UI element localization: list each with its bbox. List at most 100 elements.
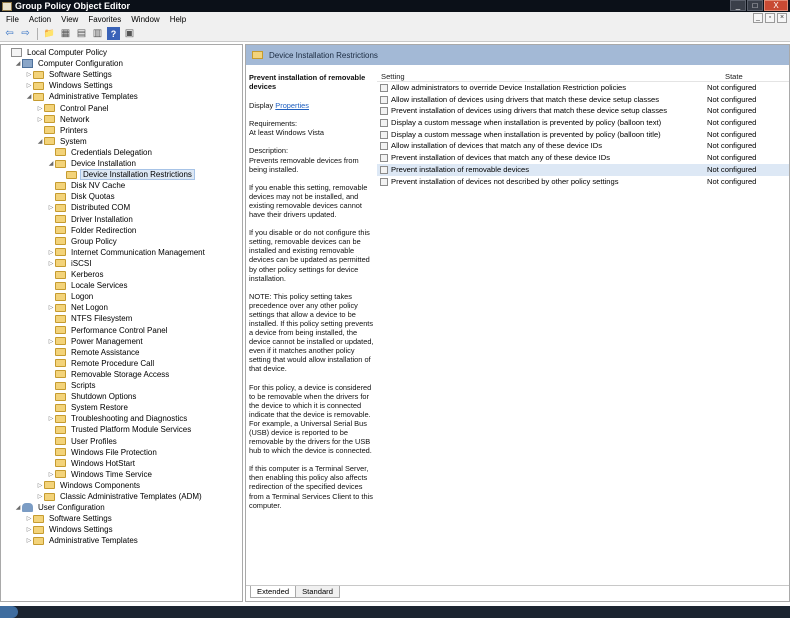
expand-arrow-icon[interactable]: ▷: [36, 493, 44, 500]
child-restore-button[interactable]: ▫: [765, 13, 775, 23]
policy-row[interactable]: Allow installation of devices using driv…: [377, 94, 789, 106]
tree-node[interactable]: ▷ Software Settings: [25, 513, 114, 524]
tree-node[interactable]: User Profiles: [47, 436, 119, 447]
tree-node[interactable]: Driver Installation: [47, 214, 135, 225]
child-minimize-button[interactable]: _: [753, 13, 763, 23]
expand-arrow-icon[interactable]: ◢: [47, 160, 55, 167]
expand-arrow-icon[interactable]: ▷: [47, 260, 55, 267]
tree-node[interactable]: Printers: [36, 125, 90, 136]
tree-node[interactable]: ▷ Windows Settings: [25, 80, 115, 91]
tree-node[interactable]: ▷ Windows Components: [36, 480, 142, 491]
tree-node[interactable]: Locale Services: [47, 280, 129, 291]
policy-row[interactable]: Display a custom message when installati…: [377, 129, 789, 141]
tree-node[interactable]: Windows File Protection: [47, 447, 159, 458]
start-button[interactable]: [0, 606, 18, 618]
menu-action[interactable]: Action: [24, 15, 56, 24]
tree-node[interactable]: Logon: [47, 291, 95, 302]
tree-node[interactable]: Scripts: [47, 380, 97, 391]
console-icon[interactable]: ▣: [123, 27, 136, 40]
column-header-setting[interactable]: Setting: [381, 72, 405, 81]
policy-row[interactable]: Prevent installation of devices not desc…: [377, 176, 789, 188]
tab-extended[interactable]: Extended: [250, 586, 297, 598]
tree-node[interactable]: ▷ Net Logon: [47, 302, 110, 313]
tree-node[interactable]: ▷ Distributed COM: [47, 202, 132, 213]
tree-node[interactable]: Group Policy: [47, 236, 119, 247]
close-button[interactable]: X: [764, 0, 788, 11]
tree-node[interactable]: ◢ System: [36, 136, 89, 147]
expand-arrow-icon[interactable]: ▷: [25, 537, 33, 544]
expand-arrow-icon[interactable]: ▷: [36, 116, 44, 123]
export-icon[interactable]: ▥: [91, 27, 104, 40]
expand-arrow-icon[interactable]: ▷: [47, 338, 55, 345]
properties-icon[interactable]: ▤: [75, 27, 88, 40]
tree-node[interactable]: Disk NV Cache: [47, 180, 127, 191]
expand-arrow-icon[interactable]: ◢: [25, 93, 33, 100]
tree-node[interactable]: Disk Quotas: [47, 191, 117, 202]
menu-help[interactable]: Help: [165, 15, 191, 24]
tree-node[interactable]: ▷ Network: [36, 114, 91, 125]
tree-node[interactable]: Remote Procedure Call: [47, 358, 156, 369]
tree-node[interactable]: ▷ Administrative Templates: [25, 535, 140, 546]
child-close-button[interactable]: ×: [777, 13, 787, 23]
tree-node[interactable]: Local Computer Policy: [3, 47, 109, 58]
tree-node[interactable]: ◢ User Configuration: [14, 502, 107, 513]
policy-row[interactable]: Prevent installation of devices using dr…: [377, 105, 789, 117]
tree-node[interactable]: Shutdown Options: [47, 391, 138, 402]
menu-view[interactable]: View: [56, 15, 83, 24]
tree-node[interactable]: ▷ Control Panel: [36, 103, 110, 114]
tree-node[interactable]: NTFS Filesystem: [47, 313, 134, 324]
tree-node[interactable]: ▷ Windows Time Service: [47, 469, 154, 480]
expand-arrow-icon[interactable]: ▷: [47, 204, 55, 211]
expand-arrow-icon[interactable]: ▷: [36, 482, 44, 489]
tree-node[interactable]: System Restore: [47, 402, 130, 413]
tree-node[interactable]: ▷ Windows Settings: [25, 524, 115, 535]
tree-node[interactable]: ◢ Computer Configuration: [14, 58, 125, 69]
policy-row[interactable]: Allow administrators to override Device …: [377, 82, 789, 94]
expand-arrow-icon[interactable]: ▷: [25, 515, 33, 522]
expand-arrow-icon[interactable]: ▷: [25, 526, 33, 533]
expand-arrow-icon[interactable]: ◢: [14, 504, 22, 511]
properties-link[interactable]: Properties: [275, 101, 309, 110]
minimize-button[interactable]: _: [730, 0, 746, 11]
policy-row[interactable]: Prevent installation of removable device…: [377, 163, 789, 176]
tree-node[interactable]: Remote Assistance: [47, 347, 141, 358]
expand-arrow-icon[interactable]: ▷: [36, 105, 44, 112]
column-header-state[interactable]: State: [725, 72, 743, 81]
forward-icon[interactable]: ⇨: [19, 27, 32, 40]
tree-node[interactable]: ◢ Administrative Templates: [25, 91, 140, 102]
menu-favorites[interactable]: Favorites: [83, 15, 126, 24]
tree-node[interactable]: Kerberos: [47, 269, 105, 280]
policy-row[interactable]: Allow installation of devices that match…: [377, 140, 789, 152]
tree-node[interactable]: ◢ Device Installation: [47, 158, 138, 169]
tree-node[interactable]: ▷ Classic Administrative Templates (ADM): [36, 491, 204, 502]
expand-arrow-icon[interactable]: ▷: [47, 415, 55, 422]
tree-node[interactable]: Trusted Platform Module Services: [47, 424, 193, 435]
tree-node[interactable]: Windows HotStart: [47, 458, 137, 469]
expand-arrow-icon[interactable]: ▷: [47, 471, 55, 478]
tree-node[interactable]: Credentials Delegation: [47, 147, 154, 158]
expand-arrow-icon[interactable]: ◢: [36, 138, 44, 145]
expand-arrow-icon[interactable]: ▷: [25, 71, 33, 78]
tree-node[interactable]: ▷ Internet Communication Management: [47, 247, 207, 258]
expand-arrow-icon[interactable]: ▷: [25, 82, 33, 89]
maximize-button[interactable]: □: [747, 0, 763, 11]
tree-node[interactable]: Device Installation Restrictions: [58, 169, 195, 181]
tree-node[interactable]: Removable Storage Access: [47, 369, 171, 380]
policy-row[interactable]: Display a custom message when installati…: [377, 117, 789, 129]
tree-node[interactable]: Performance Control Panel: [47, 325, 170, 336]
help-icon[interactable]: ?: [107, 27, 120, 40]
up-folder-icon[interactable]: 📁: [43, 27, 56, 40]
policy-row[interactable]: Prevent installation of devices that mat…: [377, 152, 789, 164]
tab-standard[interactable]: Standard: [295, 586, 340, 598]
menu-window[interactable]: Window: [126, 15, 164, 24]
console-tree[interactable]: Local Computer Policy ◢ Computer Configura…: [0, 44, 243, 602]
show-hide-tree-icon[interactable]: ▦: [59, 27, 72, 40]
tree-node[interactable]: ▷ iSCSI: [47, 258, 93, 269]
tree-node[interactable]: ▷ Troubleshooting and Diagnostics: [47, 413, 189, 424]
expand-arrow-icon[interactable]: ▷: [47, 249, 55, 256]
tree-node[interactable]: ▷ Software Settings: [25, 69, 114, 80]
expand-arrow-icon[interactable]: ▷: [47, 304, 55, 311]
tree-node[interactable]: ▷ Power Management: [47, 336, 145, 347]
menu-file[interactable]: File: [0, 15, 24, 24]
back-icon[interactable]: ⇦: [3, 27, 16, 40]
